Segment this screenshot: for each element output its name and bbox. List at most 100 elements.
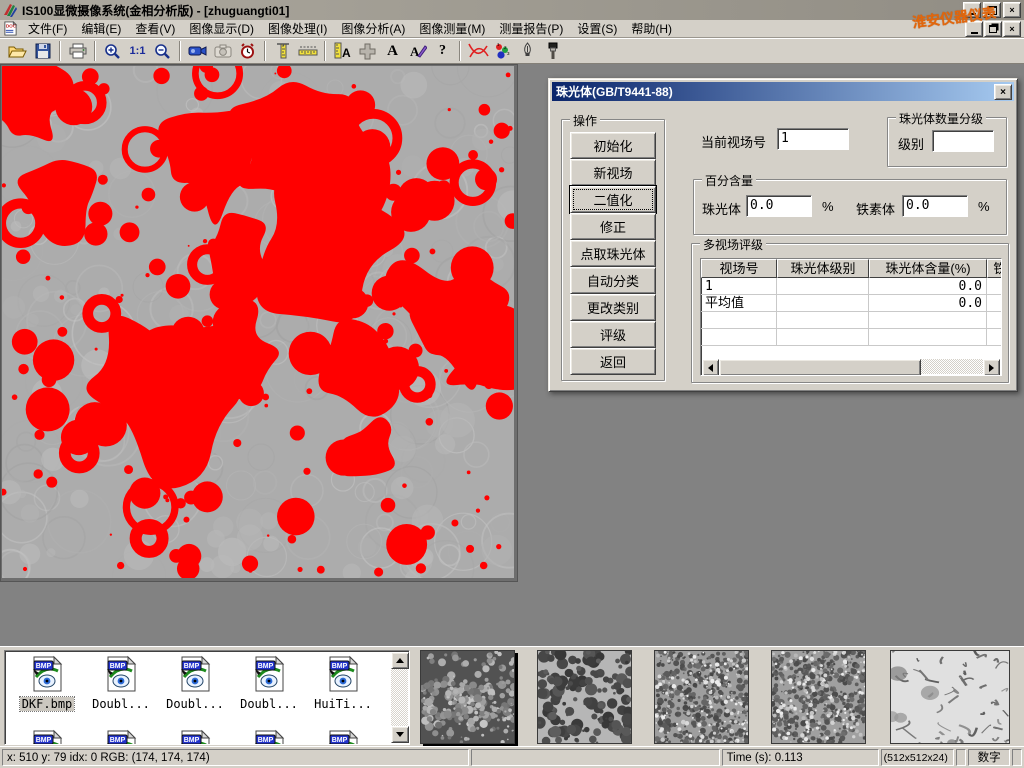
bmp-file-icon: BMP (326, 655, 360, 693)
thumbnail-4[interactable] (771, 650, 866, 744)
table-header-row: 视场号 珠光体级别 珠光体含量(%) 铁素体含量(%) (701, 259, 1001, 278)
table-horizontal-scrollbar[interactable] (702, 359, 1000, 374)
scroll-left-icon[interactable] (702, 359, 719, 376)
file-item[interactable]: BMP HuiTi... (307, 655, 379, 711)
mdi-close-button[interactable]: × (1003, 21, 1021, 37)
table-row[interactable] (701, 329, 1001, 346)
file-item[interactable]: BMP (11, 729, 83, 745)
scroll-right-icon[interactable] (983, 359, 1000, 376)
text-edit-icon[interactable]: A (405, 40, 430, 63)
document-icon[interactable]: DOC (3, 21, 18, 36)
curve-tool-icon[interactable] (465, 40, 490, 63)
file-item[interactable]: BMP (85, 729, 157, 745)
menu-settings[interactable]: 设置(S) (570, 19, 624, 38)
col-ferrite-content[interactable]: 铁素体含量(%) (987, 259, 1002, 278)
auto-classify-button[interactable]: 自动分类 (570, 267, 656, 294)
thumbnail-5[interactable] (890, 650, 1010, 744)
dialog-title-bar[interactable]: 珠光体(GB/T9441-88) × (552, 82, 1014, 101)
menu-file[interactable]: 文件(F) (21, 19, 74, 38)
file-item[interactable]: BMP DKF.bmp (11, 655, 83, 711)
pen-icon[interactable] (515, 40, 540, 63)
dialog-close-icon[interactable]: × (994, 84, 1012, 100)
new-field-button[interactable]: 新视场 (570, 159, 656, 186)
text-icon[interactable]: A (380, 40, 405, 63)
bmp-file-icon: BMP (30, 655, 64, 693)
scroll-up-icon[interactable] (391, 652, 409, 669)
multi-field-table[interactable]: 视场号 珠光体级别 珠光体含量(%) 铁素体含量(%) 1 0.0 平均值 0.… (700, 258, 1002, 376)
col-pearlite-content[interactable]: 珠光体含量(%) (869, 259, 987, 278)
still-camera-icon[interactable] (210, 40, 235, 63)
file-item[interactable]: BMP (159, 729, 231, 745)
col-pearlite-grade[interactable]: 珠光体级别 (777, 259, 869, 278)
menu-image-display[interactable]: 图像显示(D) (182, 19, 261, 38)
file-item[interactable]: BMP (233, 729, 305, 745)
minimize-button[interactable] (963, 2, 981, 18)
file-name[interactable]: HuiTi... (312, 697, 374, 711)
thumbnail-3[interactable] (654, 650, 749, 744)
grading-group-title: 珠光体数量分级 (896, 110, 986, 127)
multi-field-group: 多视场评级 视场号 珠光体级别 珠光体含量(%) 铁素体含量(%) 1 0.0 … (691, 243, 1009, 383)
table-row[interactable]: 平均值 0.0 (701, 295, 1001, 312)
menu-view[interactable]: 查看(V) (128, 19, 182, 38)
file-browser-scrollbar[interactable] (391, 652, 408, 743)
current-field-label: 当前视场号 (701, 132, 766, 151)
brush-icon[interactable] (540, 40, 565, 63)
current-field-input[interactable]: 1 (777, 128, 849, 150)
file-name[interactable]: DKF.bmp (20, 697, 75, 711)
ruler-horizontal-icon[interactable] (295, 40, 320, 63)
grade-button[interactable]: 评级 (570, 321, 656, 348)
print-icon[interactable] (65, 40, 90, 63)
actual-size-icon[interactable]: 1:1 (125, 40, 150, 63)
zoom-in-icon[interactable] (100, 40, 125, 63)
bmp-file-icon: BMP (178, 655, 212, 693)
scroll-down-icon[interactable] (391, 726, 409, 743)
menu-image-analysis[interactable]: 图像分析(A) (334, 19, 412, 38)
scroll-track[interactable] (719, 359, 983, 374)
menu-help[interactable]: 帮助(H) (624, 19, 679, 38)
mdi-restore-button[interactable] (984, 21, 1002, 37)
menu-edit[interactable]: 编辑(E) (74, 19, 128, 38)
file-name[interactable]: Doubl... (90, 697, 152, 711)
timer-clock-icon[interactable] (235, 40, 260, 63)
cross-tool-icon[interactable] (355, 40, 380, 63)
menu-image-process[interactable]: 图像处理(I) (261, 19, 334, 38)
correct-button[interactable]: 修正 (570, 213, 656, 240)
cell: 0.0 (869, 295, 987, 312)
file-browser[interactable]: BMP DKF.bmp BMP Doubl... BMP Doubl... BM… (4, 650, 410, 745)
return-button[interactable]: 返回 (570, 348, 656, 375)
count-balls-icon[interactable]: 123 (490, 40, 515, 63)
close-button[interactable]: × (1003, 2, 1021, 18)
mdi-minimize-button[interactable] (965, 21, 983, 37)
file-item[interactable]: BMP Doubl... (85, 655, 157, 711)
zoom-out-icon[interactable] (150, 40, 175, 63)
ferrite-input[interactable]: 0.0 (902, 195, 968, 217)
table-row[interactable]: 1 0.0 (701, 278, 1001, 295)
thumbnail-1[interactable] (420, 650, 515, 744)
file-item[interactable]: BMP Doubl... (159, 655, 231, 711)
change-class-button[interactable]: 更改类别 (570, 294, 656, 321)
init-button[interactable]: 初始化 (570, 132, 656, 159)
metallograph-image[interactable] (0, 64, 518, 582)
help-icon[interactable]: ? (430, 40, 455, 63)
ruler-text-icon[interactable]: A (330, 40, 355, 63)
thumbnail-2[interactable] (537, 650, 632, 744)
video-camera-icon[interactable] (185, 40, 210, 63)
pearlite-input[interactable]: 0.0 (746, 195, 812, 217)
scroll-thumb[interactable] (719, 359, 921, 376)
restore-button[interactable] (983, 2, 1001, 18)
file-name[interactable]: Doubl... (238, 697, 300, 711)
menu-image-measure[interactable]: 图像测量(M) (412, 19, 492, 38)
level-input[interactable] (932, 130, 994, 152)
pick-pearlite-button[interactable]: 点取珠光体 (570, 240, 656, 267)
file-item[interactable]: BMP Doubl... (233, 655, 305, 711)
open-icon[interactable] (5, 40, 30, 63)
file-item[interactable]: BMP (307, 729, 379, 745)
binarize-button[interactable]: 二值化 (570, 186, 656, 213)
toolbar-separator (324, 41, 326, 61)
save-icon[interactable] (30, 40, 55, 63)
file-name[interactable]: Doubl... (164, 697, 226, 711)
col-field-no[interactable]: 视场号 (701, 259, 777, 278)
caliper-vertical-icon[interactable] (270, 40, 295, 63)
menu-report[interactable]: 测量报告(P) (492, 19, 570, 38)
table-row[interactable] (701, 312, 1001, 329)
